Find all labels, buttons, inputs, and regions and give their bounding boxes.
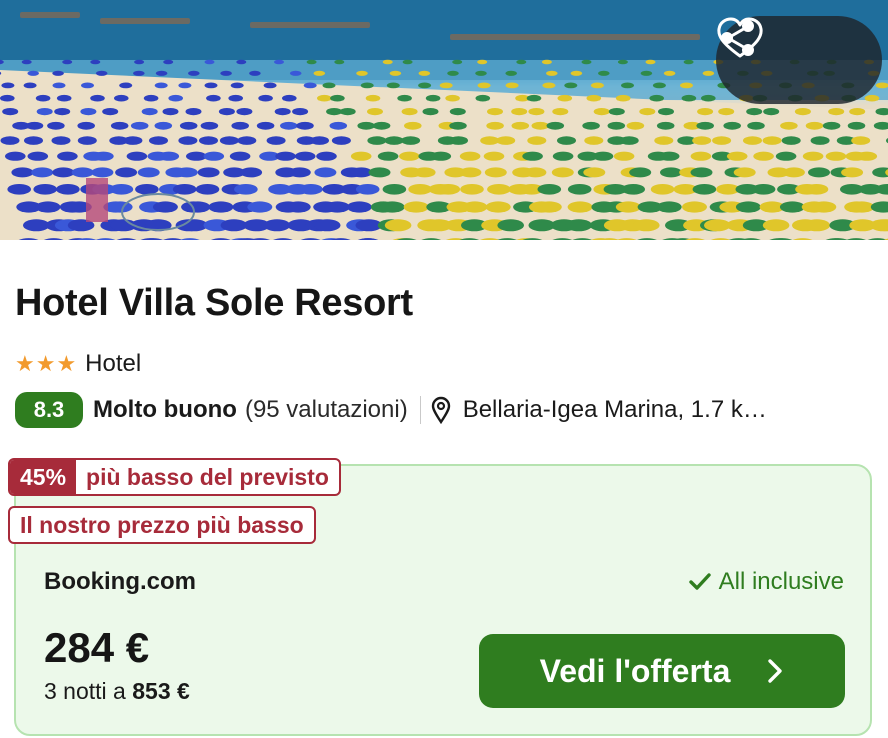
review-score-badge[interactable]: 8.3 bbox=[15, 392, 83, 428]
best-price-badge: Il nostro prezzo più basso bbox=[8, 506, 316, 544]
hotel-location[interactable]: Bellaria-Igea Marina, 1.7 k… bbox=[463, 396, 805, 424]
checkmark-icon bbox=[688, 573, 711, 590]
inclusion-label: All inclusive bbox=[688, 568, 844, 596]
nightly-price: 284 € bbox=[44, 624, 150, 671]
star-rating-icon: ★★★ bbox=[15, 351, 78, 376]
location-pin-icon bbox=[431, 396, 450, 424]
favorite-button[interactable] bbox=[717, 17, 869, 88]
review-count[interactable]: (95 valutazioni) bbox=[245, 396, 408, 424]
hotel-class: ★★★ Hotel bbox=[15, 349, 141, 379]
hotel-photo[interactable] bbox=[0, 0, 888, 240]
inclusion-text: All inclusive bbox=[718, 568, 844, 595]
discount-percent: 45% bbox=[10, 460, 77, 494]
view-deal-button[interactable]: Vedi l'offerta bbox=[479, 634, 845, 708]
total-price: 853 € bbox=[132, 678, 190, 704]
divider bbox=[419, 396, 421, 424]
total-price-line: 3 notti a 853 € bbox=[44, 678, 190, 705]
heart-outline-icon bbox=[717, 17, 763, 58]
chevron-right-icon bbox=[768, 659, 783, 683]
nights-prefix: 3 notti a bbox=[44, 678, 133, 704]
hotel-name[interactable]: Hotel Villa Sole Resort bbox=[15, 280, 413, 326]
discount-badge: 45% più basso del previsto bbox=[8, 458, 341, 496]
discount-text: più basso del previsto bbox=[86, 464, 329, 490]
provider-name: Booking.com bbox=[44, 568, 197, 595]
hotel-type: Hotel bbox=[85, 350, 142, 377]
photo-actions bbox=[716, 16, 882, 104]
rating-word[interactable]: Molto buono bbox=[93, 396, 237, 424]
rating-location-row: 8.3 Molto buono (95 valutazioni) Bellari… bbox=[15, 392, 805, 428]
view-deal-label: Vedi l'offerta bbox=[539, 652, 731, 689]
